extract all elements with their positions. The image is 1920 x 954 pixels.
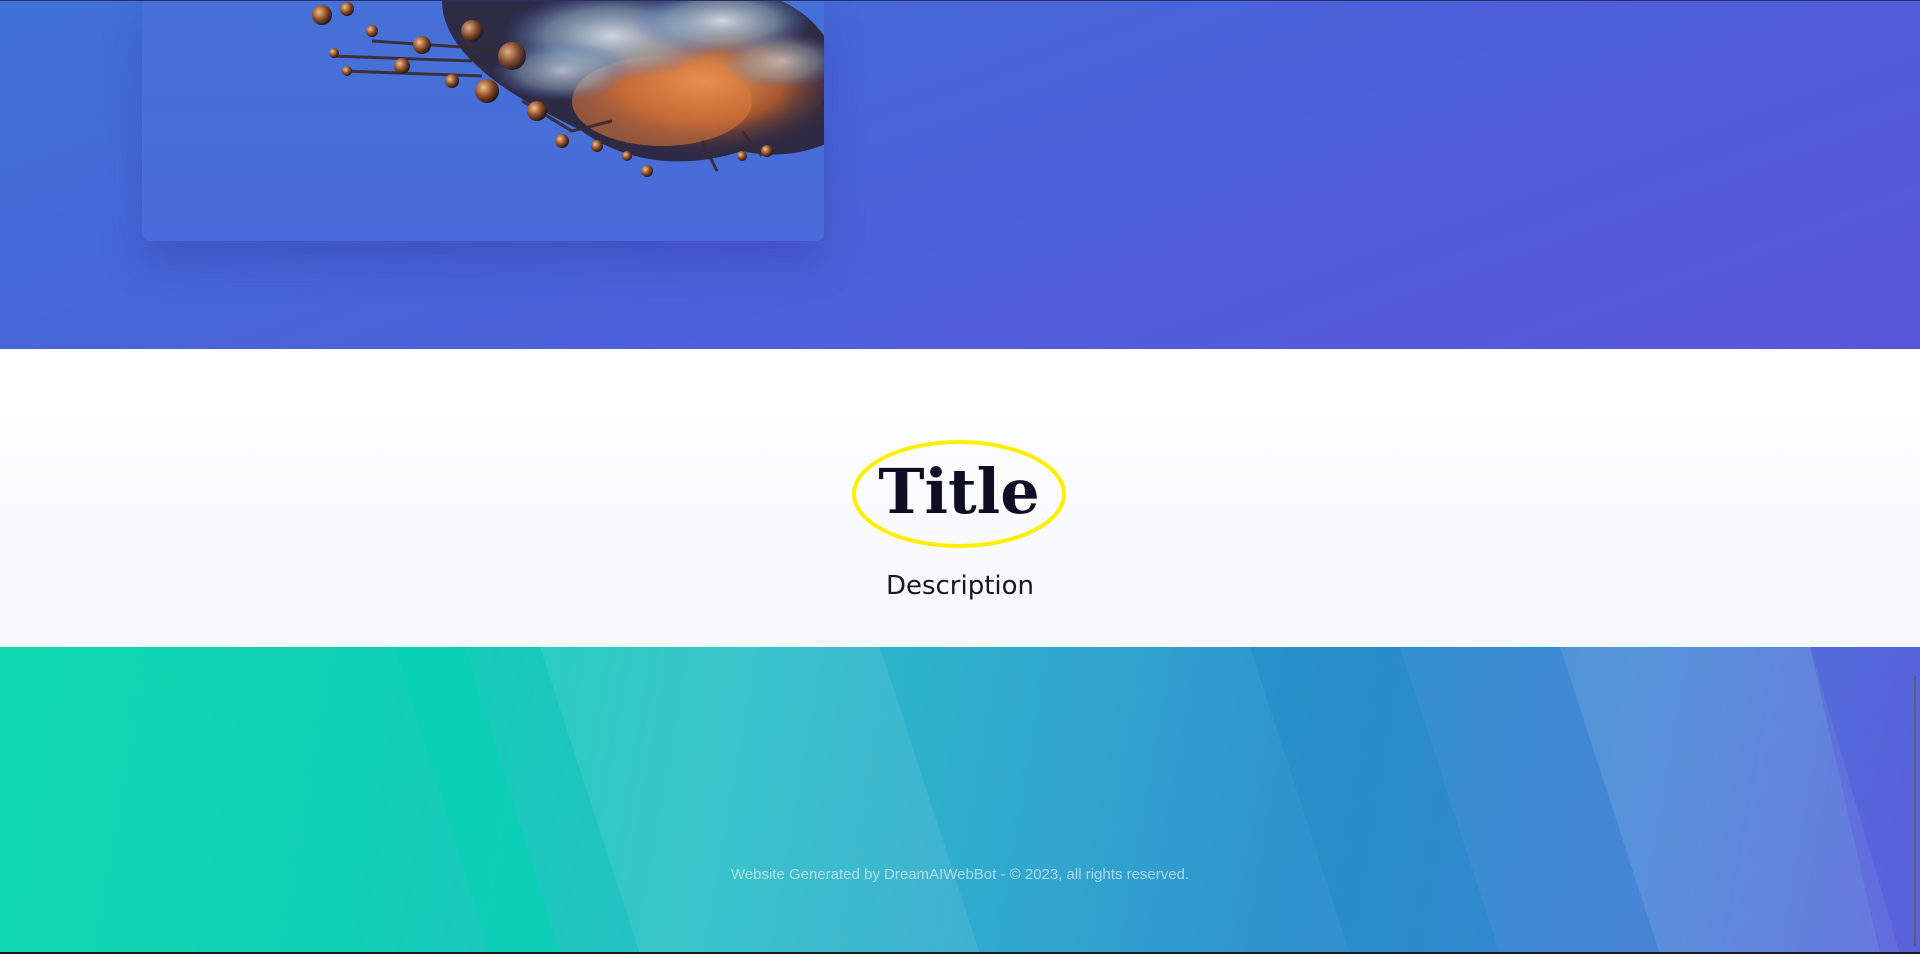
section-title: Title	[878, 455, 1040, 528]
footer: Website Generated by DreamAIWebBot - © 2…	[0, 647, 1920, 954]
footer-copyright: Website Generated by DreamAIWebBot - © 2…	[730, 866, 1190, 883]
hero-section	[0, 0, 1920, 349]
scrollbar-thumb[interactable]	[1914, 676, 1916, 946]
feature-section: Title Description	[0, 349, 1920, 647]
abstract-smoke-machine-icon	[312, 1, 824, 177]
page: Title Description Website Generated by D…	[0, 0, 1920, 954]
title-highlight: Title	[850, 439, 1068, 549]
footer-stripes-decoration	[395, 647, 1920, 954]
section-description: Description	[885, 571, 1035, 601]
hero-image-card	[142, 1, 824, 241]
